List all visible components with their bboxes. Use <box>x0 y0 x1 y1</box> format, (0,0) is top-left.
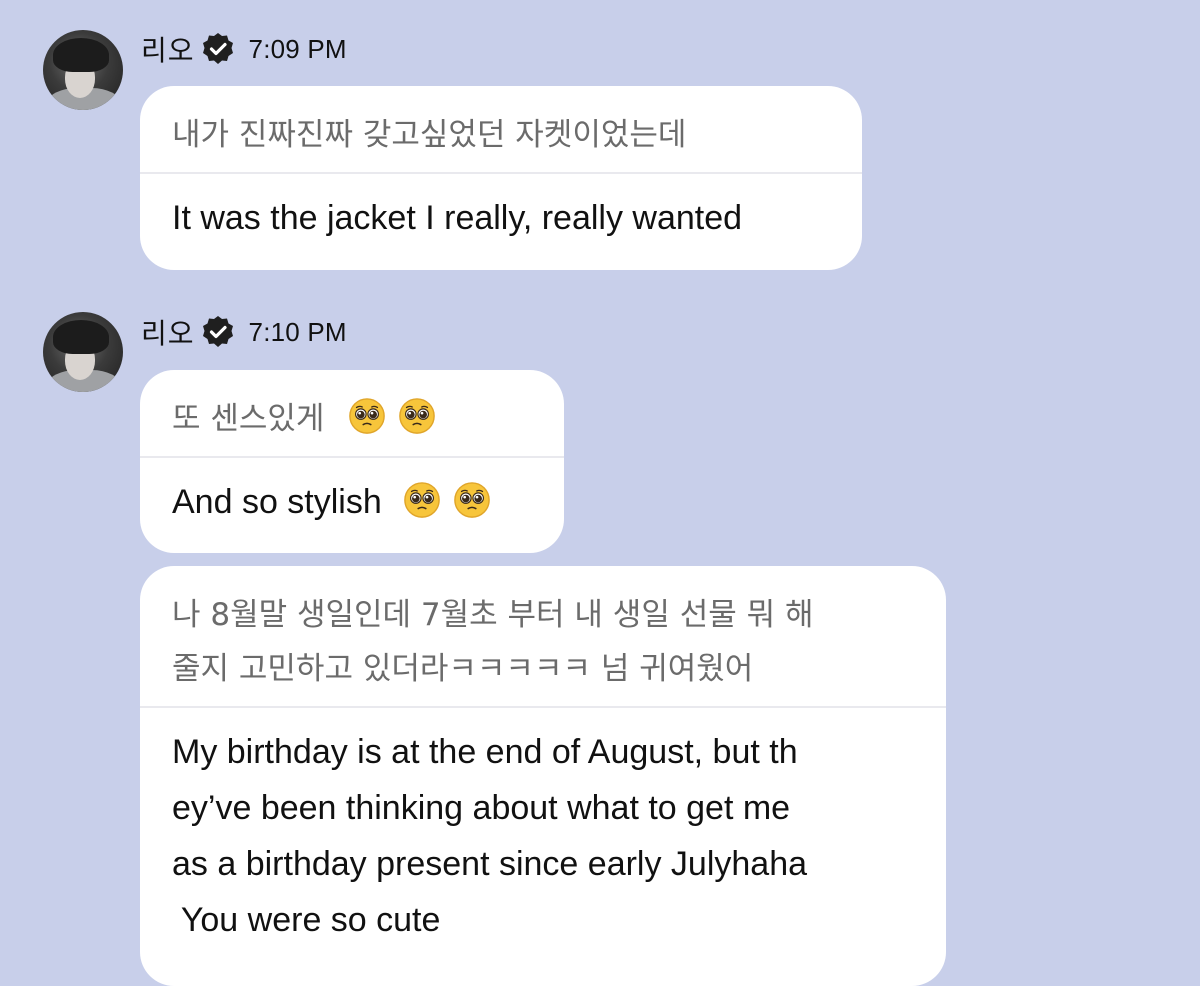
message-header: 리오 7:10 PM <box>141 312 347 352</box>
message-bubble[interactable]: 나 8월말 생일인데 7월초 부터 내 생일 선물 뭐 해 줄지 고민하고 있더… <box>140 566 946 986</box>
verified-badge-icon <box>202 316 233 347</box>
pleading-face-emoji-icon <box>349 398 386 434</box>
korean-text: 내가 진짜진짜 갖고싶었던 자켓이었는데 <box>172 117 687 153</box>
english-translation: It was the jacket I really, really wante… <box>172 199 743 237</box>
english-translation-line: as a birthday present since early Julyha… <box>172 845 808 883</box>
message-bubble[interactable]: 또 센스있게 And so stylish <box>140 370 564 553</box>
sender-name[interactable]: 리오 <box>141 29 195 69</box>
avatar[interactable] <box>43 312 123 392</box>
pleading-face-emoji-icon <box>453 482 490 518</box>
message-bubble[interactable]: 내가 진짜진짜 갖고싶었던 자켓이었는데 It was the jacket I… <box>140 86 862 270</box>
english-text-row: And so stylish <box>140 458 564 530</box>
avatar-hair <box>53 38 109 72</box>
english-translation-line: You were so cute <box>172 901 441 939</box>
english-translation-line: My birthday is at the end of August, but… <box>172 733 798 771</box>
korean-text-line: 줄지 고민하고 있더라ㅋㅋㅋㅋㅋ 넘 귀여웠어 <box>172 651 754 687</box>
english-translation: And so stylish <box>172 483 382 521</box>
korean-text-line: 나 8월말 생일인데 7월초 부터 내 생일 선물 뭐 해 <box>172 597 814 633</box>
korean-text: 또 센스있게 <box>172 401 325 437</box>
message-time: 7:09 PM <box>248 33 347 64</box>
sender-name[interactable]: 리오 <box>141 312 195 352</box>
korean-text-block: 나 8월말 생일인데 7월초 부터 내 생일 선물 뭐 해 줄지 고민하고 있더… <box>140 566 946 696</box>
avatar-hair <box>53 320 109 354</box>
message-header: 리오 7:09 PM <box>141 29 347 69</box>
pleading-face-emoji-icon <box>399 398 435 434</box>
verified-badge-icon <box>202 33 233 64</box>
avatar[interactable] <box>43 30 123 110</box>
message-time: 7:10 PM <box>248 316 347 347</box>
english-translation-line: ey’ve been thinking about what to get me <box>172 789 791 827</box>
english-translation-block: My birthday is at the end of August, but… <box>140 708 946 948</box>
korean-text-row: 또 센스있게 <box>140 370 564 446</box>
pleading-face-emoji-icon <box>404 482 441 518</box>
